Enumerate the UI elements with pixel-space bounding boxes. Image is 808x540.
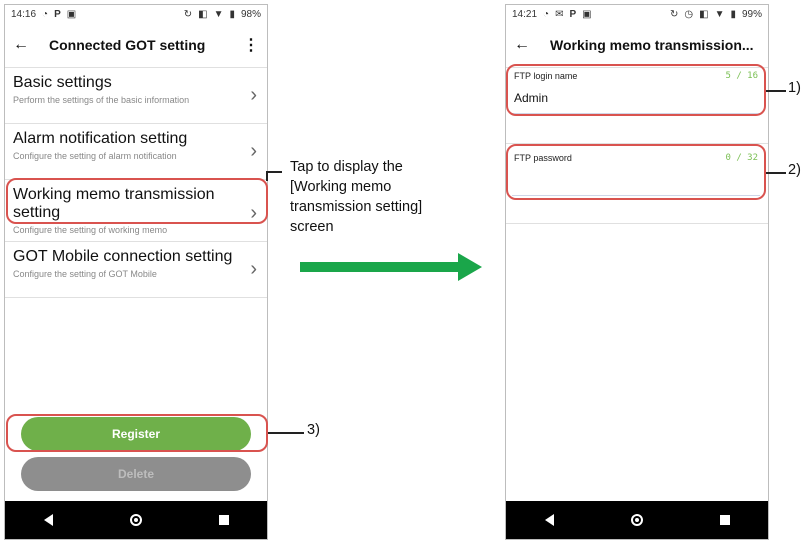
chevron-right-icon: › [250,140,257,162]
list-item-alarm-notification[interactable]: Alarm notification setting Configure the… [5,124,267,180]
wifi-icon: ◔ [543,8,550,20]
page-title: Connected GOT setting [49,37,206,53]
transition-arrow-shaft [300,262,460,272]
wifi-icon: ◔ [42,8,49,20]
chevron-right-icon: › [250,258,257,280]
nav-recents-icon[interactable] [218,515,229,525]
signal-icon: ▼ [213,8,224,20]
back-arrow-icon[interactable]: ← [13,36,37,54]
item-desc: Configure the setting of GOT Mobile [13,269,157,279]
battery-level: 98% [240,8,261,20]
nav-home-icon[interactable] [129,514,142,526]
nav-back-icon[interactable] [544,514,554,526]
overflow-menu-icon[interactable]: ⋮ [243,35,259,55]
item-label: GOT Mobile connection setting [13,248,233,265]
status-bar: 14:21 ◔ ✉ P ▣ ↻ ◷ ◧ ▼ ▮ 99% [506,5,768,23]
nav-recents-icon[interactable] [719,515,730,525]
label-1: 1) [788,80,801,96]
system-nav-bar [5,501,267,539]
tap-line-4: screen [290,219,334,235]
system-nav-bar [506,501,768,539]
rotate-icon: ↻ [183,8,193,20]
leader-line [266,171,282,173]
leader-line [268,432,304,434]
divider [506,223,768,224]
sim-icon: ▣ [66,8,77,20]
leader-line [766,90,786,92]
status-time: 14:21 [512,8,538,20]
label-2: 2) [788,162,801,178]
status-bar: 14:16 ◔ P ▣ ↻ ◧ ▼ ▮ 98% [5,5,267,23]
message-icon: ✉ [555,8,564,20]
tap-instruction: Tap to display the [Working memo transmi… [290,157,490,237]
nav-home-icon[interactable] [630,514,643,526]
sim-icon: ▣ [582,8,592,20]
rotate-icon: ↻ [669,8,679,20]
phone-screen-connected-got-setting: 14:16 ◔ P ▣ ↻ ◧ ▼ ▮ 98% ← Connected GOT … [4,4,268,540]
item-desc: Perform the settings of the basic inform… [13,95,190,105]
tap-line-3: transmission setting] [290,199,423,215]
alarm-icon: ◷ [684,8,694,20]
p-icon: P [54,8,61,20]
item-label: Alarm notification setting [13,130,188,147]
delete-button[interactable]: Delete [21,457,251,491]
chevron-right-icon: › [250,84,257,106]
vibrate-icon: ◧ [699,8,709,20]
callout-register [6,414,268,452]
status-time: 14:16 [11,8,37,20]
app-bar: ← Working memo transmission... [506,23,768,68]
tap-line-2: [Working memo [290,179,392,195]
transition-arrow-head [458,253,482,281]
p-icon: P [569,8,577,20]
list-item-basic-settings[interactable]: Basic settings Perform the settings of t… [5,68,267,124]
back-arrow-icon[interactable]: ← [514,36,538,54]
battery-icon: ▮ [229,8,235,20]
leader-line [766,172,786,174]
nav-back-icon[interactable] [43,514,53,526]
list-item-got-mobile[interactable]: GOT Mobile connection setting Configure … [5,242,267,298]
callout-working-memo [6,178,268,224]
callout-ftp-password [506,144,766,200]
signal-icon: ▼ [714,8,725,20]
battery-icon: ▮ [730,8,736,20]
tap-line-1: Tap to display the [290,159,403,175]
page-title: Working memo transmission... [550,37,754,53]
battery-level: 99% [741,8,762,20]
callout-ftp-login [506,64,766,116]
app-bar: ← Connected GOT setting ⋮ [5,23,267,68]
label-3: 3) [307,422,320,438]
item-desc: Configure the setting of working memo [13,225,168,235]
item-label: Basic settings [13,74,112,91]
vibrate-icon: ◧ [198,8,208,20]
item-desc: Configure the setting of alarm notificat… [13,151,177,161]
